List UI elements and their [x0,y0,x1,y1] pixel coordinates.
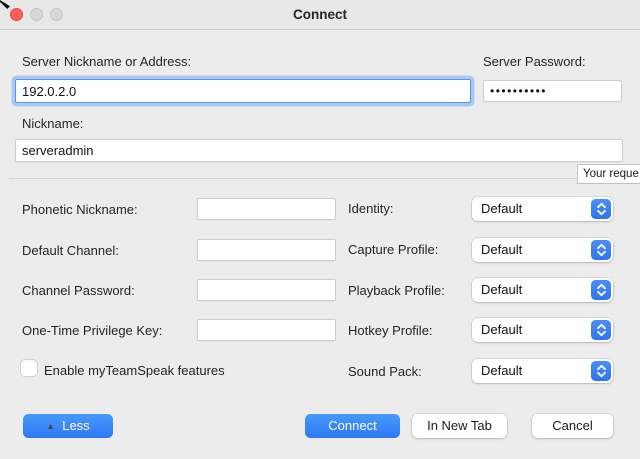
nickname-label: Nickname: [22,116,83,131]
minimize-button [30,8,43,21]
server-password-label: Server Password: [483,54,586,69]
sound-pack-label: Sound Pack: [348,364,422,379]
capture-profile-select[interactable]: Default [472,238,613,262]
chevron-up-down-icon [591,199,611,219]
hotkey-profile-select[interactable]: Default [472,318,613,342]
server-password-input[interactable] [483,80,622,102]
nickname-input[interactable] [15,139,623,162]
myteamspeak-checkbox[interactable] [21,360,37,376]
section-divider [9,178,631,179]
sound-pack-select-value: Default [481,363,522,378]
hotkey-profile-select-value: Default [481,322,522,337]
default-channel-label: Default Channel: [22,243,119,258]
hotkey-profile-label: Hotkey Profile: [348,323,433,338]
privilege-key-label: One-Time Privilege Key: [22,323,162,338]
chevron-up-down-icon [591,320,611,340]
title-bar[interactable]: Connect [0,0,640,30]
capture-profile-label: Capture Profile: [348,242,438,257]
server-address-input[interactable] [15,79,471,103]
window-title: Connect [0,0,640,30]
close-button[interactable] [10,8,23,21]
connect-dialog: Connect Server Nickname or Address: Serv… [0,0,640,459]
myteamspeak-checkbox-label: Enable myTeamSpeak features [44,363,225,378]
identity-select-value: Default [481,201,522,216]
zoom-button [50,8,63,21]
channel-password-input[interactable] [197,279,336,301]
channel-password-label: Channel Password: [22,283,135,298]
identity-label: Identity: [348,201,394,216]
capture-profile-select-value: Default [481,242,522,257]
cancel-button[interactable]: Cancel [532,414,613,438]
connect-button[interactable]: Connect [305,414,400,438]
playback-profile-label: Playback Profile: [348,283,445,298]
tooltip: Your reque [577,164,640,184]
chevron-up-down-icon [591,361,611,381]
chevron-up-down-icon [591,280,611,300]
sound-pack-select[interactable]: Default [472,359,613,383]
in-new-tab-button[interactable]: In New Tab [412,414,507,438]
privilege-key-input[interactable] [197,319,336,341]
less-button[interactable]: ▲ Less [23,414,113,438]
phonetic-nickname-input[interactable] [197,198,336,220]
chevron-up-down-icon [591,240,611,260]
triangle-up-icon: ▲ [46,421,55,431]
less-button-label: Less [62,418,89,433]
server-address-label: Server Nickname or Address: [22,54,191,69]
identity-select[interactable]: Default [472,197,613,221]
phonetic-nickname-label: Phonetic Nickname: [22,202,138,217]
default-channel-input[interactable] [197,239,336,261]
playback-profile-select[interactable]: Default [472,278,613,302]
playback-profile-select-value: Default [481,282,522,297]
